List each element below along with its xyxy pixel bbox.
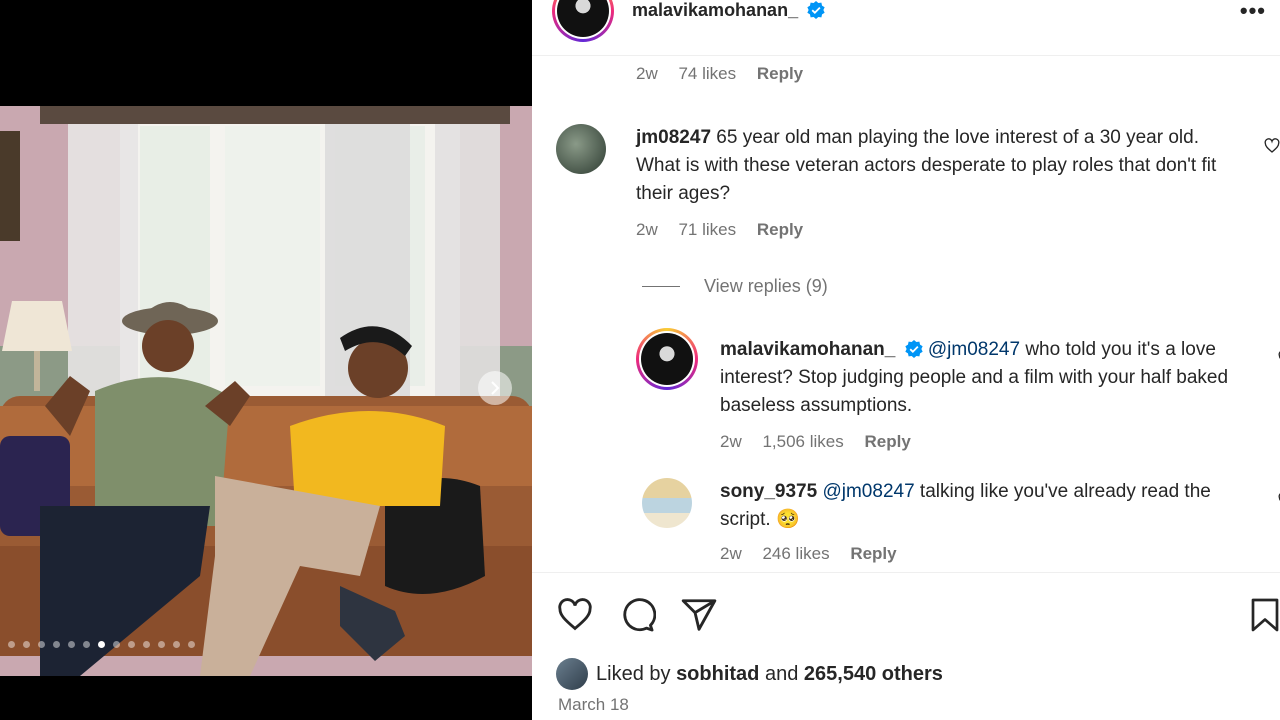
likes-prefix: Liked by: [596, 662, 677, 685]
reply-button[interactable]: Reply: [864, 432, 910, 451]
reply-meta: 2w 1,506 likes Reply: [720, 432, 1240, 452]
share-icon[interactable]: [680, 596, 718, 634]
actions-divider: [532, 572, 1280, 573]
reply-avatar[interactable]: [642, 478, 692, 528]
reply: sony_9375 @jm08247 talking like you've a…: [720, 478, 1280, 564]
carousel-dot: [68, 641, 75, 648]
carousel-dot: [53, 641, 60, 648]
mention-link[interactable]: @jm08247: [928, 339, 1020, 360]
post-media: [0, 0, 532, 720]
reply-time: 2w: [720, 544, 742, 563]
post-header: malavikamohanan_ •••: [532, 0, 1280, 56]
reply-time: 2w: [720, 432, 742, 451]
bookmark-icon: [1251, 598, 1279, 632]
comment-likes[interactable]: 74 likes: [678, 64, 736, 83]
carousel-dot: [8, 641, 15, 648]
view-replies-label: View replies (9): [704, 276, 828, 296]
comment-text: jm08247 65 year old man playing the love…: [636, 124, 1246, 208]
comment-time: 2w: [636, 64, 658, 83]
save-button[interactable]: [1250, 596, 1280, 639]
mention-link[interactable]: @jm08247: [822, 481, 914, 502]
carousel-dot: [188, 641, 195, 648]
view-replies-button[interactable]: View replies (9): [642, 276, 828, 297]
likes-summary: Liked by sobhitad and 265,540 others: [556, 658, 943, 690]
reply-avatar[interactable]: [636, 328, 698, 390]
likes-middle: and: [759, 662, 804, 685]
liker-username[interactable]: sobhitad: [676, 663, 759, 686]
carousel-dot: [128, 641, 135, 648]
reply-text: malavikamohanan_ @jm08247 who told you i…: [720, 336, 1240, 420]
post-date: March 18: [558, 695, 629, 714]
liker-avatar[interactable]: [556, 658, 588, 690]
comment-icon[interactable]: [618, 596, 656, 634]
carousel-dot: [23, 641, 30, 648]
reply-button[interactable]: Reply: [757, 220, 803, 239]
reply-button[interactable]: Reply: [757, 64, 803, 83]
like-icon[interactable]: [556, 596, 594, 634]
reply-likes[interactable]: 246 likes: [762, 544, 829, 563]
carousel-dot: [83, 641, 90, 648]
like-comment-icon[interactable]: [1264, 138, 1280, 154]
comment-avatar[interactable]: [556, 124, 606, 174]
comment-meta: 2w 74 likes Reply: [636, 64, 819, 84]
comment: jm08247 65 year old man playing the love…: [636, 124, 1280, 240]
reply: malavikamohanan_ @jm08247 who told you i…: [720, 336, 1280, 452]
more-icon[interactable]: •••: [1240, 0, 1266, 24]
carousel-dot: [38, 641, 45, 648]
reply-text: sony_9375 @jm08247 talking like you've a…: [720, 478, 1240, 534]
carousel-dot: [98, 641, 105, 648]
reply-button[interactable]: Reply: [850, 544, 896, 563]
comment-meta: 2w 71 likes Reply: [636, 220, 1246, 240]
likes-others[interactable]: 265,540 others: [804, 663, 943, 686]
chevron-right-icon: [491, 381, 500, 395]
divider-line: [642, 286, 680, 287]
author-username-text[interactable]: malavikamohanan_: [632, 0, 798, 20]
comment-time: 2w: [636, 220, 658, 239]
author-avatar[interactable]: [552, 0, 614, 42]
verified-badge-icon: [807, 1, 825, 19]
carousel-dot: [158, 641, 165, 648]
post-actions: [556, 596, 718, 634]
reply-username[interactable]: malavikamohanan_: [720, 339, 895, 360]
reply-username[interactable]: sony_9375: [720, 481, 817, 502]
carousel-next-button[interactable]: [478, 371, 512, 405]
carousel-dot: [173, 641, 180, 648]
comment-likes[interactable]: 71 likes: [678, 220, 736, 239]
comment-body: 65 year old man playing the love interes…: [636, 127, 1217, 204]
reply-meta: 2w 246 likes Reply: [720, 544, 1240, 564]
carousel-dot: [143, 641, 150, 648]
verified-badge-icon: [904, 340, 923, 358]
carousel-indicator: [0, 641, 195, 648]
carousel-dot: [113, 641, 120, 648]
reply-likes[interactable]: 1,506 likes: [762, 432, 843, 451]
post-sidebar: malavikamohanan_ ••• 2w 74 likes Reply j…: [532, 0, 1280, 720]
author-username[interactable]: malavikamohanan_: [632, 0, 825, 21]
comment-username[interactable]: jm08247: [636, 127, 711, 148]
post-photo: [0, 106, 532, 676]
